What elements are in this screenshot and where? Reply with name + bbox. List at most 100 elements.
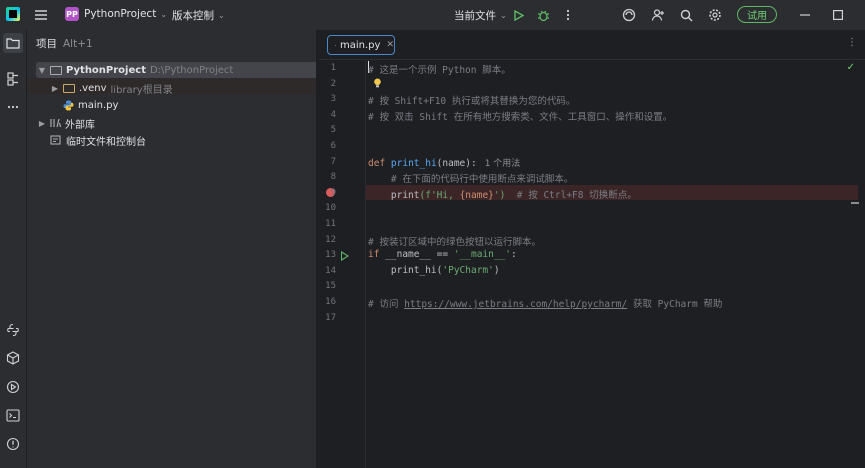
pycharm-logo-icon[interactable] bbox=[6, 7, 20, 21]
tree-item-venv[interactable]: ▶ .venv library根目录 bbox=[49, 80, 173, 96]
code-line-12[interactable]: # 按装订区域中的绿色按钮以运行脚本。 bbox=[368, 234, 541, 248]
more-horizontal-icon[interactable] bbox=[5, 99, 21, 115]
line-number: 11 bbox=[325, 219, 336, 229]
vcs-menu[interactable]: 版本控制 ⌄ bbox=[172, 8, 225, 23]
tree-item-label: 外部库 bbox=[65, 119, 95, 131]
code-function: print_hi bbox=[390, 157, 437, 169]
project-switcher[interactable]: PythonProject ⌄ bbox=[84, 8, 167, 20]
code-line-1[interactable]: # 这是一个示例 Python 脚本。 bbox=[368, 62, 511, 76]
line-number: 16 bbox=[325, 297, 336, 307]
vcs-label: 版本控制 bbox=[172, 10, 214, 22]
run-gutter-icon[interactable] bbox=[341, 251, 349, 261]
pycharm-window: PP PythonProject ⌄ 版本控制 ⌄ 当前文件 ⌄ 试用 项目 Alt+1… bbox=[0, 0, 865, 468]
code-line-13[interactable]: if __name__ == '__main__': bbox=[368, 249, 517, 260]
code-text: __name__ == bbox=[379, 249, 454, 261]
left-tool-strip bbox=[0, 30, 27, 468]
tab-label: main.py bbox=[340, 39, 381, 51]
code-text: (f' bbox=[419, 189, 437, 201]
problems-icon[interactable] bbox=[5, 436, 21, 452]
line-number: 2 bbox=[330, 78, 336, 89]
terminal-icon[interactable] bbox=[5, 407, 21, 423]
code-text: ') bbox=[493, 189, 506, 201]
editor-area: main.py ✕ ⋮ ✓ 1 2 3 4 5 6 7 8 9 10 11 12… bbox=[319, 30, 865, 468]
tab-bar-border bbox=[319, 59, 865, 60]
line-number: 17 bbox=[325, 312, 336, 323]
run-icon[interactable] bbox=[511, 7, 527, 23]
tree-item-label: PythonProject bbox=[66, 64, 146, 76]
code-line-14[interactable]: print_hi('PyCharm') bbox=[368, 265, 500, 276]
chevron-right-icon[interactable]: ▶ bbox=[36, 119, 48, 128]
tree-item-label: 临时文件和控制台 bbox=[66, 136, 146, 148]
debug-icon[interactable] bbox=[535, 7, 551, 23]
project-tool-window: 项目 Alt+1 ▼ PythonProject D:\PythonProject… bbox=[27, 30, 343, 468]
gutter-separator bbox=[365, 60, 366, 468]
code-text: (name): bbox=[436, 157, 477, 169]
intention-bulb-icon[interactable] bbox=[373, 78, 382, 88]
search-icon[interactable] bbox=[678, 7, 694, 23]
python-packages-icon[interactable] bbox=[5, 350, 21, 366]
code-line-3[interactable]: # 按 Shift+F10 执行或将其替换为您的代码。 bbox=[368, 93, 575, 107]
tree-item-external-libraries[interactable]: ▶ 外部库 bbox=[36, 115, 95, 131]
code-line-7[interactable]: def print_hi(name): 1 个用法 bbox=[368, 156, 520, 169]
line-number: 4 bbox=[330, 109, 336, 120]
tree-item-label: main.py bbox=[78, 99, 119, 111]
code-line-8[interactable]: # 在下面的代码行中使用断点来调试脚本。 bbox=[368, 171, 573, 185]
folder-icon bbox=[63, 83, 75, 93]
run-config-selector[interactable]: 当前文件 ⌄ bbox=[454, 8, 507, 23]
code-comment: # 按 Ctrl+F8 切换断点。 bbox=[505, 189, 637, 201]
line-number: 7 bbox=[330, 156, 336, 167]
line-number: 12 bbox=[325, 234, 336, 245]
project-name: PythonProject bbox=[84, 8, 157, 20]
code-keyword: if bbox=[368, 249, 380, 261]
maximize-icon[interactable] bbox=[830, 7, 846, 23]
tree-item-path: D:\PythonProject bbox=[149, 64, 234, 76]
tree-item-main-py[interactable]: main.py bbox=[61, 97, 118, 113]
line-number: 5 bbox=[330, 125, 336, 136]
panel-header[interactable]: 项目 Alt+1 bbox=[36, 36, 93, 51]
library-icon bbox=[50, 118, 62, 128]
code-line-16[interactable]: # 访问 https://www.jetbrains.com/help/pych… bbox=[368, 296, 722, 310]
code-string: '__main__' bbox=[453, 249, 512, 261]
project-badge[interactable]: PP bbox=[65, 7, 79, 21]
line-number: 13 bbox=[325, 250, 336, 261]
panel-title: 项目 bbox=[36, 38, 57, 50]
structure-icon[interactable] bbox=[5, 71, 21, 87]
code-text: : bbox=[511, 249, 517, 261]
code-string: Hi, bbox=[436, 189, 460, 201]
scrollbar-marker[interactable] bbox=[851, 202, 859, 204]
help-link[interactable]: https://www.jetbrains.com/help/pycharm/ bbox=[404, 299, 627, 310]
more-vertical-icon[interactable]: ⋮ bbox=[847, 37, 857, 48]
python-file-icon bbox=[335, 44, 336, 46]
more-vertical-icon[interactable] bbox=[560, 7, 576, 23]
services-icon[interactable] bbox=[5, 379, 21, 395]
chevron-down-icon[interactable]: ▼ bbox=[36, 66, 48, 75]
line-number: 6 bbox=[330, 141, 336, 151]
usage-hint[interactable]: 1 个用法 bbox=[485, 159, 521, 169]
minimize-icon[interactable] bbox=[797, 7, 813, 23]
tree-item-project-root[interactable]: ▼ PythonProject D:\PythonProject bbox=[36, 62, 233, 78]
python-file-icon bbox=[63, 100, 74, 110]
hamburger-menu-icon[interactable] bbox=[35, 9, 47, 21]
chevron-right-icon[interactable]: ▶ bbox=[49, 84, 61, 93]
close-icon[interactable]: ✕ bbox=[386, 40, 394, 50]
code-line-4[interactable]: # 按 双击 Shift 在所有地方搜索类、文件、工具窗口、操作和设置。 bbox=[368, 109, 672, 123]
run-config-label: 当前文件 bbox=[454, 10, 496, 22]
folder-icon[interactable] bbox=[3, 33, 23, 53]
code-keyword: def bbox=[368, 157, 386, 169]
copilot-icon[interactable] bbox=[621, 7, 637, 23]
code-line-9[interactable]: print(f'Hi, {name}') # 按 Ctrl+F8 切换断点。 bbox=[368, 187, 637, 201]
add-user-icon[interactable] bbox=[650, 7, 666, 23]
code-function: print_hi bbox=[390, 264, 437, 276]
line-number: 10 bbox=[325, 203, 336, 214]
python-console-icon[interactable] bbox=[5, 322, 21, 338]
settings-icon[interactable] bbox=[707, 7, 723, 23]
trial-button[interactable]: 试用 bbox=[737, 6, 777, 23]
line-number: 9 bbox=[330, 187, 336, 198]
tree-item-scratches[interactable]: 临时文件和控制台 bbox=[48, 132, 146, 148]
tree-item-sub: library根目录 bbox=[110, 84, 173, 96]
line-number: 15 bbox=[325, 281, 336, 292]
scratches-icon bbox=[50, 134, 61, 145]
line-number: 3 bbox=[330, 94, 336, 105]
editor-tab-main-py[interactable]: main.py ✕ bbox=[327, 35, 395, 55]
check-icon[interactable]: ✓ bbox=[847, 62, 855, 73]
